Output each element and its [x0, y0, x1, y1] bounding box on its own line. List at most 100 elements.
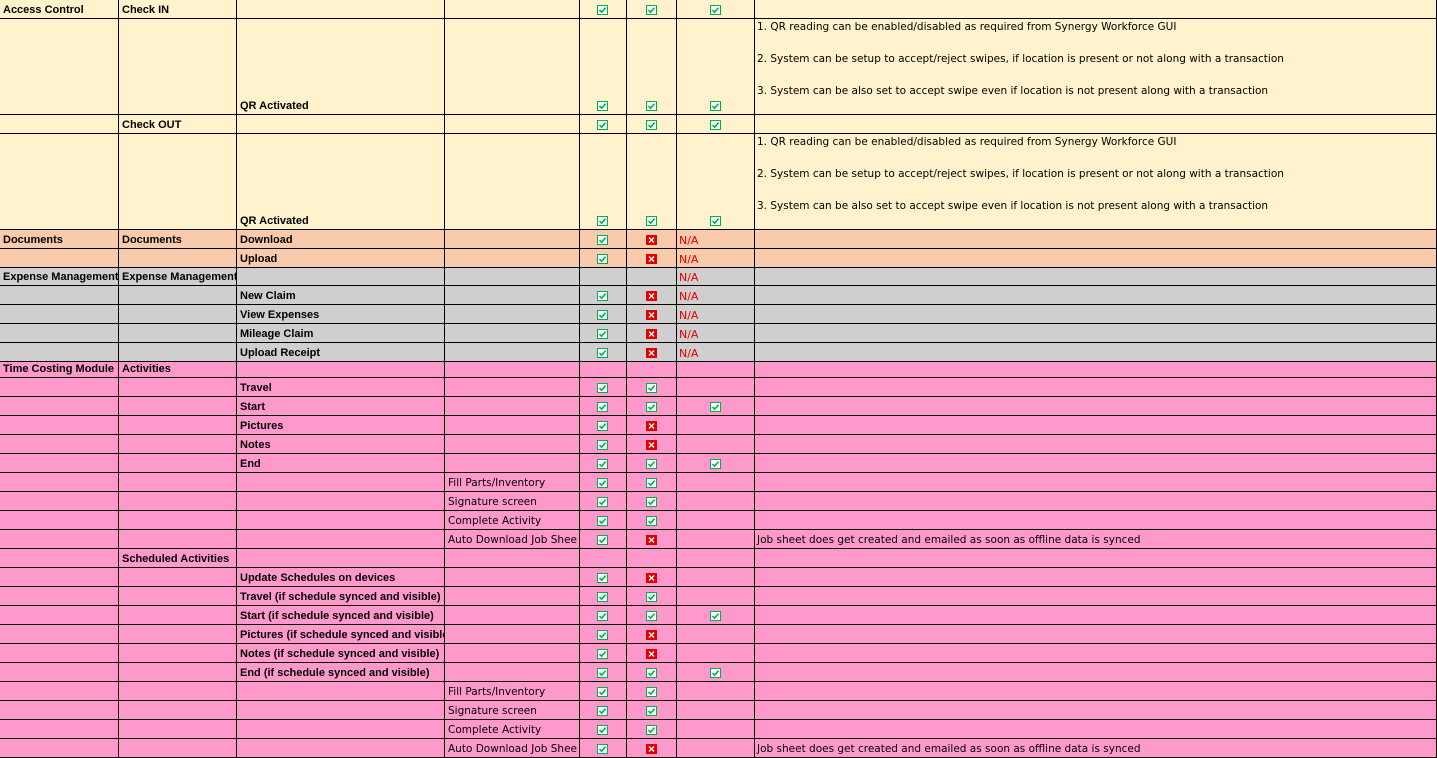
cell-ios[interactable] — [627, 249, 677, 268]
cell-module[interactable] — [0, 511, 119, 530]
cell-windows[interactable] — [677, 416, 755, 435]
cell-remarks[interactable] — [755, 701, 1437, 720]
cell-remarks[interactable]: 1. QR reading can be enabled/disabled as… — [755, 134, 1437, 230]
cell-windows[interactable] — [677, 397, 755, 416]
cell-ios[interactable] — [627, 720, 677, 739]
cell-remarks[interactable] — [755, 249, 1437, 268]
cell-sub-function[interactable] — [445, 268, 580, 286]
cell-ios[interactable] — [627, 644, 677, 663]
cell-ios[interactable] — [627, 115, 677, 134]
cell-ios[interactable] — [627, 587, 677, 606]
cell-function[interactable] — [237, 739, 445, 758]
cell-function[interactable]: Travel — [237, 378, 445, 397]
cell-windows[interactable] — [677, 530, 755, 549]
cell-android[interactable] — [580, 473, 627, 492]
cell-remarks[interactable] — [755, 568, 1437, 587]
cell-module[interactable] — [0, 343, 119, 362]
cell-windows[interactable] — [677, 587, 755, 606]
cell-module[interactable] — [0, 378, 119, 397]
cell-sub-function[interactable] — [445, 0, 580, 19]
cell-ios[interactable] — [627, 0, 677, 19]
cell-function[interactable]: Upload Receipt — [237, 343, 445, 362]
cell-feature[interactable]: Check OUT — [119, 115, 237, 134]
cell-remarks[interactable]: Job sheet does get created and emailed a… — [755, 530, 1437, 549]
cell-remarks[interactable] — [755, 343, 1437, 362]
cell-windows[interactable] — [677, 378, 755, 397]
cell-android[interactable] — [580, 324, 627, 343]
cell-module[interactable] — [0, 682, 119, 701]
cell-function[interactable]: Pictures — [237, 416, 445, 435]
cell-remarks[interactable] — [755, 625, 1437, 644]
cell-module[interactable]: Access Control — [0, 0, 119, 19]
cell-module[interactable] — [0, 416, 119, 435]
cell-sub-function[interactable] — [445, 230, 580, 249]
cell-feature[interactable] — [119, 324, 237, 343]
cell-sub-function[interactable] — [445, 19, 580, 115]
cell-module[interactable] — [0, 19, 119, 115]
cell-android[interactable] — [580, 378, 627, 397]
cell-module[interactable] — [0, 549, 119, 568]
cell-ios[interactable] — [627, 416, 677, 435]
cell-windows[interactable] — [677, 492, 755, 511]
cell-ios[interactable] — [627, 492, 677, 511]
cell-function[interactable] — [237, 549, 445, 568]
cell-sub-function[interactable] — [445, 324, 580, 343]
cell-feature[interactable] — [119, 511, 237, 530]
cell-ios[interactable] — [627, 568, 677, 587]
cell-sub-function[interactable] — [445, 134, 580, 230]
cell-sub-function[interactable] — [445, 249, 580, 268]
cell-remarks[interactable] — [755, 397, 1437, 416]
cell-function[interactable] — [237, 268, 445, 286]
cell-module[interactable] — [0, 606, 119, 625]
cell-ios[interactable] — [627, 739, 677, 758]
cell-android[interactable] — [580, 0, 627, 19]
cell-feature[interactable]: Check IN — [119, 0, 237, 19]
cell-android[interactable] — [580, 286, 627, 305]
cell-windows[interactable] — [677, 473, 755, 492]
cell-module[interactable] — [0, 739, 119, 758]
cell-function[interactable]: Notes — [237, 435, 445, 454]
cell-windows[interactable] — [677, 0, 755, 19]
cell-function[interactable] — [237, 701, 445, 720]
cell-feature[interactable] — [119, 587, 237, 606]
cell-function[interactable] — [237, 720, 445, 739]
cell-module[interactable] — [0, 286, 119, 305]
cell-sub-function[interactable] — [445, 587, 580, 606]
cell-module[interactable] — [0, 492, 119, 511]
cell-sub-function[interactable] — [445, 606, 580, 625]
cell-feature[interactable]: Documents — [119, 230, 237, 249]
cell-sub-function[interactable]: Signature screen — [445, 701, 580, 720]
cell-module[interactable]: Expense Management — [0, 268, 119, 286]
cell-remarks[interactable] — [755, 587, 1437, 606]
cell-windows[interactable] — [677, 549, 755, 568]
cell-ios[interactable] — [627, 606, 677, 625]
cell-sub-function[interactable] — [445, 286, 580, 305]
cell-sub-function[interactable] — [445, 397, 580, 416]
cell-sub-function[interactable] — [445, 663, 580, 682]
cell-remarks[interactable] — [755, 435, 1437, 454]
cell-android[interactable] — [580, 397, 627, 416]
cell-ios[interactable] — [627, 682, 677, 701]
cell-feature[interactable] — [119, 530, 237, 549]
cell-module[interactable] — [0, 397, 119, 416]
cell-android[interactable] — [580, 644, 627, 663]
cell-function[interactable] — [237, 0, 445, 19]
cell-android[interactable] — [580, 530, 627, 549]
cell-function[interactable] — [237, 530, 445, 549]
cell-feature[interactable]: Scheduled Activities — [119, 549, 237, 568]
cell-android[interactable] — [580, 343, 627, 362]
cell-android[interactable] — [580, 606, 627, 625]
cell-ios[interactable] — [627, 435, 677, 454]
cell-remarks[interactable] — [755, 286, 1437, 305]
cell-android[interactable] — [580, 134, 627, 230]
cell-module[interactable]: Documents — [0, 230, 119, 249]
cell-remarks[interactable] — [755, 663, 1437, 682]
cell-windows[interactable] — [677, 435, 755, 454]
cell-android[interactable] — [580, 682, 627, 701]
cell-sub-function[interactable]: Complete Activity — [445, 511, 580, 530]
cell-windows[interactable]: N/A — [677, 268, 755, 286]
cell-ios[interactable] — [627, 454, 677, 473]
cell-android[interactable] — [580, 416, 627, 435]
cell-ios[interactable] — [627, 230, 677, 249]
cell-feature[interactable] — [119, 473, 237, 492]
